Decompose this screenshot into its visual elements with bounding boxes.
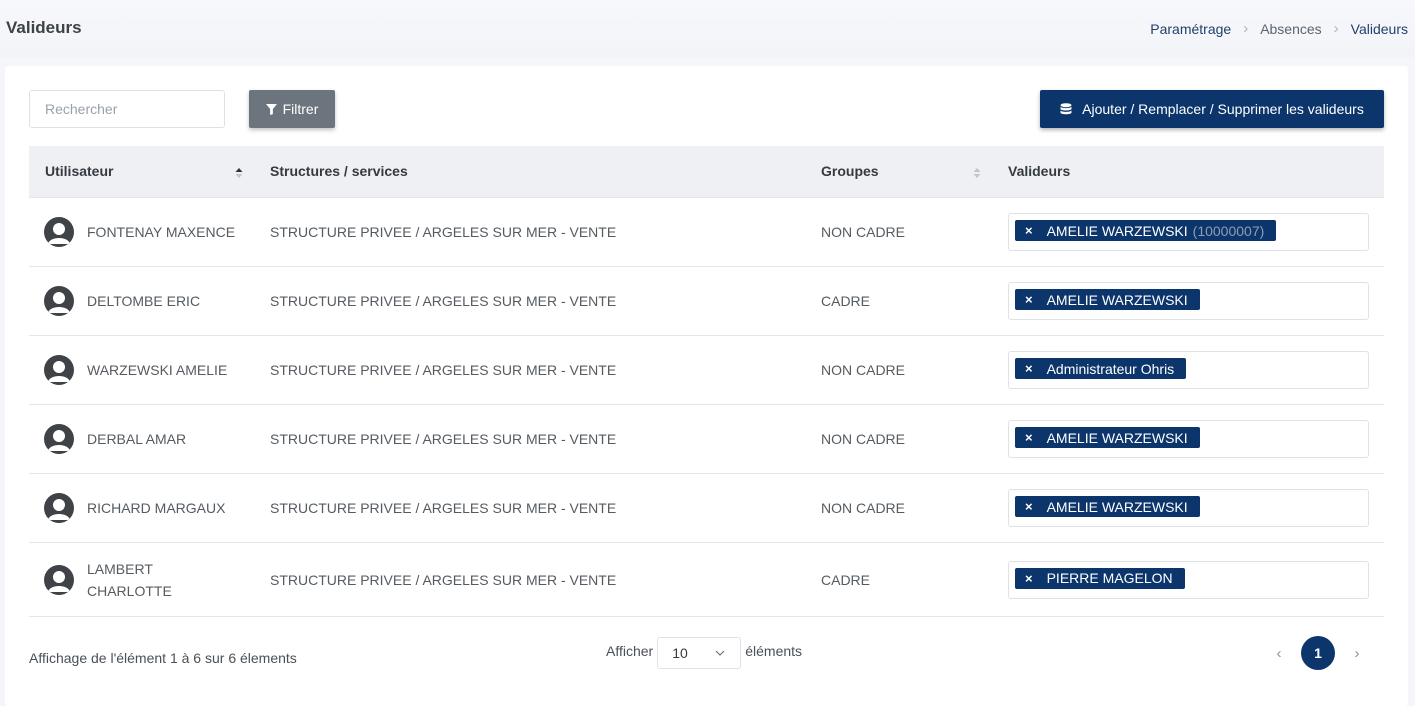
chevron-down-icon xyxy=(715,650,725,656)
show-label: Afficher xyxy=(606,643,654,659)
remove-validator-icon[interactable]: × xyxy=(1025,361,1033,376)
structure-service: STRUCTURE PRIVEE / ARGELES SUR MER - VEN… xyxy=(270,362,617,378)
group: NON CADRE xyxy=(821,500,906,516)
column-header-utilisateur[interactable]: Utilisateur xyxy=(45,163,113,179)
structure-service: STRUCTURE PRIVEE / ARGELES SUR MER - VEN… xyxy=(270,500,617,516)
remove-validator-icon[interactable]: × xyxy=(1025,430,1033,445)
database-icon xyxy=(1060,103,1072,115)
filter-button-label: Filtrer xyxy=(282,101,319,117)
validator-tag: × AMELIE WARZEWSKI xyxy=(1015,289,1200,310)
page-length-control: Afficher 10 éléments xyxy=(606,635,803,669)
add-replace-delete-validators-button[interactable]: Ajouter / Remplacer / Supprimer les vali… xyxy=(1040,90,1384,128)
page-1-button[interactable]: 1 xyxy=(1301,636,1335,670)
breadcrumb-separator-icon: › xyxy=(1333,20,1339,37)
group: CADRE xyxy=(821,293,871,309)
breadcrumb-parametrage[interactable]: Paramétrage xyxy=(1150,21,1231,37)
breadcrumb-absences[interactable]: Absences xyxy=(1260,21,1321,37)
page-length-value: 10 xyxy=(672,645,688,661)
table-row: WARZEWSKI AMELIE STRUCTURE PRIVEE / ARGE… xyxy=(29,336,1384,405)
validator-select[interactable]: × AMELIE WARZEWSKI xyxy=(1008,420,1369,458)
user-name: WARZEWSKI AMELIE xyxy=(87,362,228,378)
structure-service: STRUCTURE PRIVEE / ARGELES SUR MER - VEN… xyxy=(270,224,617,240)
add-button-label: Ajouter / Remplacer / Supprimer les vali… xyxy=(1082,101,1364,117)
validator-select[interactable]: × PIERRE MAGELON xyxy=(1008,560,1369,599)
user-name: LAMBERT CHARLOTTE xyxy=(87,560,172,599)
avatar xyxy=(44,493,74,523)
avatar xyxy=(44,355,74,385)
breadcrumb-separator-icon: › xyxy=(1243,20,1249,37)
breadcrumb-valideurs: Valideurs xyxy=(1350,20,1408,37)
validator-tag: × AMELIE WARZEWSKI (10000007) xyxy=(1015,220,1277,241)
previous-page-icon[interactable]: ‹ xyxy=(1269,645,1289,662)
column-header-valideurs: Valideurs xyxy=(1008,163,1071,179)
filter-button[interactable]: Filtrer xyxy=(249,90,335,128)
user-name: FONTENAY MAXENCE xyxy=(87,224,236,240)
user-name: DELTOMBE ERIC xyxy=(87,293,201,309)
validator-select[interactable]: × AMELIE WARZEWSKI (10000007) xyxy=(1008,213,1369,251)
pagination: ‹ 1 › xyxy=(1269,636,1367,670)
table-header: Utilisateur Structures / services Groupe… xyxy=(29,146,1384,198)
page-header: Valideurs Paramétrage › Absences › Valid… xyxy=(0,0,1415,58)
avatar xyxy=(44,217,74,247)
page-title: Valideurs xyxy=(6,18,82,37)
elements-label: éléments xyxy=(745,643,803,659)
content-card: Filtrer Ajouter / Remplacer / Supprimer … xyxy=(5,66,1408,706)
search-input[interactable] xyxy=(29,90,225,128)
page-length-select[interactable]: 10 xyxy=(657,637,742,669)
group: NON CADRE xyxy=(821,362,906,378)
group: NON CADRE xyxy=(821,431,906,447)
sort-icon[interactable] xyxy=(973,167,981,179)
structure-service: STRUCTURE PRIVEE / ARGELES SUR MER - VEN… xyxy=(270,431,617,447)
table-row: FONTENAY MAXENCE STRUCTURE PRIVEE / ARGE… xyxy=(29,198,1384,267)
remove-validator-icon[interactable]: × xyxy=(1025,499,1033,514)
next-page-icon[interactable]: › xyxy=(1347,645,1367,662)
table-row: DELTOMBE ERIC STRUCTURE PRIVEE / ARGELES… xyxy=(29,267,1384,336)
validator-tag: × PIERRE MAGELON xyxy=(1015,567,1185,589)
table-row: RICHARD MARGAUX STRUCTURE PRIVEE / ARGEL… xyxy=(29,474,1384,543)
column-header-groupes[interactable]: Groupes xyxy=(821,163,879,179)
validators-table: Utilisateur Structures / services Groupe… xyxy=(29,146,1384,617)
validator-name: AMELIE WARZEWSKI xyxy=(1046,498,1188,515)
table-info: Affichage de l'élément 1 à 6 sur 6 éleme… xyxy=(29,650,297,666)
column-header-structures: Structures / services xyxy=(270,163,408,179)
remove-validator-icon[interactable]: × xyxy=(1025,571,1033,586)
remove-validator-icon[interactable]: × xyxy=(1025,223,1033,238)
validator-select[interactable]: × AMELIE WARZEWSKI xyxy=(1008,489,1369,527)
breadcrumb: Paramétrage › Absences › Valideurs xyxy=(1150,20,1408,37)
sort-icon[interactable] xyxy=(235,167,243,179)
user-name: DERBAL AMAR xyxy=(87,431,187,447)
validator-name: Administrateur Ohris xyxy=(1046,360,1175,377)
user-name: RICHARD MARGAUX xyxy=(87,500,226,516)
validator-name: AMELIE WARZEWSKI xyxy=(1046,222,1188,239)
group: CADRE xyxy=(821,571,871,588)
structure-service: STRUCTURE PRIVEE / ARGELES SUR MER - VEN… xyxy=(270,293,617,309)
filter-icon xyxy=(265,103,277,115)
validator-code: (10000007) xyxy=(1192,222,1265,239)
table-row: LAMBERT CHARLOTTE STRUCTURE PRIVEE / ARG… xyxy=(29,543,1384,617)
structure-service: STRUCTURE PRIVEE / ARGELES SUR MER - VEN… xyxy=(270,571,617,588)
validator-tag: × AMELIE WARZEWSKI xyxy=(1015,496,1200,517)
remove-validator-icon[interactable]: × xyxy=(1025,292,1033,307)
validator-name: AMELIE WARZEWSKI xyxy=(1046,429,1188,446)
avatar xyxy=(44,286,74,316)
group: NON CADRE xyxy=(821,224,906,240)
validator-tag: × AMELIE WARZEWSKI xyxy=(1015,427,1200,448)
validator-select[interactable]: × AMELIE WARZEWSKI xyxy=(1008,282,1369,320)
validator-tag: × Administrateur Ohris xyxy=(1015,358,1187,379)
validator-name: PIERRE MAGELON xyxy=(1046,570,1173,586)
table-row: DERBAL AMAR STRUCTURE PRIVEE / ARGELES S… xyxy=(29,405,1384,474)
validator-name: AMELIE WARZEWSKI xyxy=(1046,291,1188,308)
validator-select[interactable]: × Administrateur Ohris xyxy=(1008,351,1369,389)
avatar xyxy=(44,564,74,595)
avatar xyxy=(44,424,74,454)
